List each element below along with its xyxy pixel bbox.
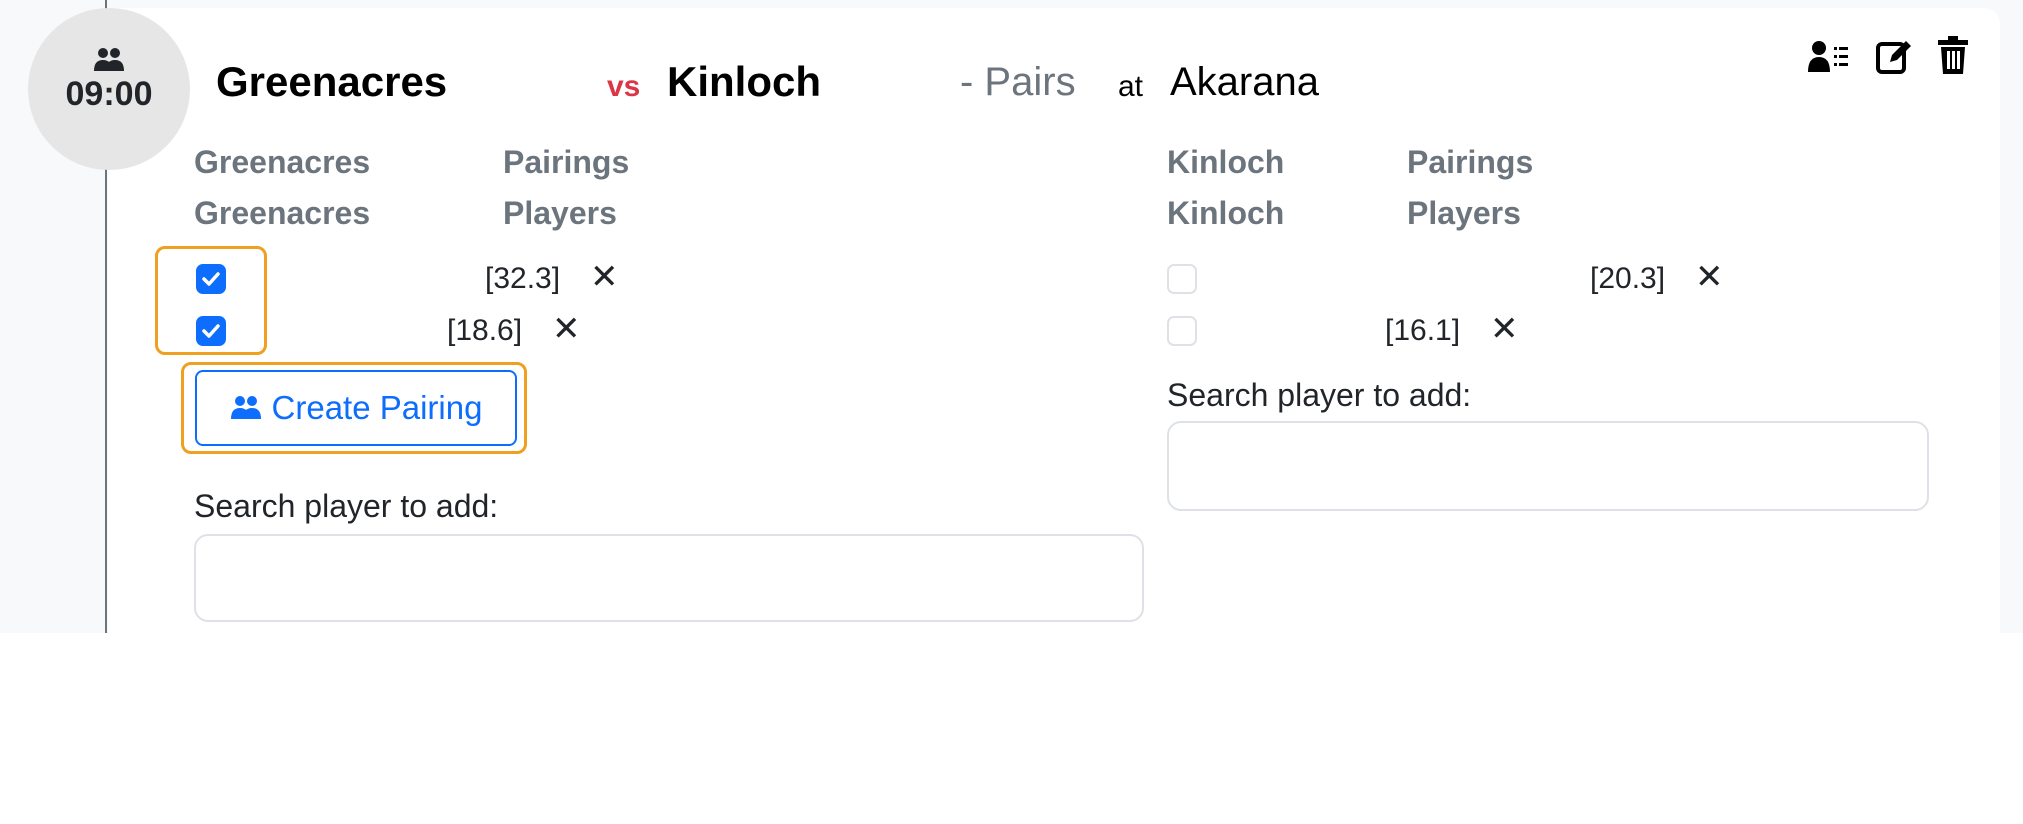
home-player-2-rating: [18.6] [447,314,523,347]
create-pairing-button[interactable]: Create Pairing [195,370,517,446]
away-team-title: Kinloch [667,58,821,105]
create-pairing-label: Create Pairing [271,389,483,426]
away-team-header: Kinloch [1167,144,1285,180]
at-label: at [1118,70,1144,103]
check-icon [202,272,220,286]
check-icon [202,324,220,338]
home-team-title: Greenacres [216,58,448,105]
home-player-1-checkbox[interactable] [196,264,226,294]
home-team-header-2: Greenacres [194,195,371,231]
vs-label: vs [607,70,641,103]
away-search-label: Search player to add: [1167,377,1472,413]
home-search-label: Search player to add: [194,488,499,524]
remove-player-2-icon[interactable]: ✕ [552,309,581,349]
away-search-input[interactable] [1167,421,1929,511]
remove-away-player-1-icon[interactable]: ✕ [1695,257,1724,297]
away-pairings-header: Pairings [1407,144,1534,180]
remove-player-1-icon[interactable]: ✕ [590,257,619,297]
away-player-1-rating: [20.3] [1590,262,1666,295]
home-search-input[interactable] [194,534,1144,622]
away-players-header: Players [1407,195,1521,231]
home-player-2-checkbox[interactable] [196,316,226,346]
trash-icon[interactable] [1938,36,1968,74]
time-badge: 09:00 [28,8,190,170]
venue-name: Akarana [1170,60,1319,104]
users-icon [94,47,124,71]
remove-away-player-2-icon[interactable]: ✕ [1490,309,1519,349]
away-player-2-rating: [16.1] [1385,314,1461,347]
users-icon [230,396,261,419]
match-format: - Pairs [960,60,1076,104]
away-player-2-checkbox[interactable] [1167,316,1197,346]
away-team-header-2: Kinloch [1167,195,1285,231]
home-team-header: Greenacres [194,144,371,180]
match-time: 09:00 [65,74,153,113]
home-players-header: Players [503,195,617,231]
user-list-icon[interactable] [1808,40,1848,74]
edit-icon[interactable] [1876,38,1912,74]
home-player-1-rating: [32.3] [485,262,561,295]
away-player-1-checkbox[interactable] [1167,264,1197,294]
home-pairings-header: Pairings [503,144,630,180]
